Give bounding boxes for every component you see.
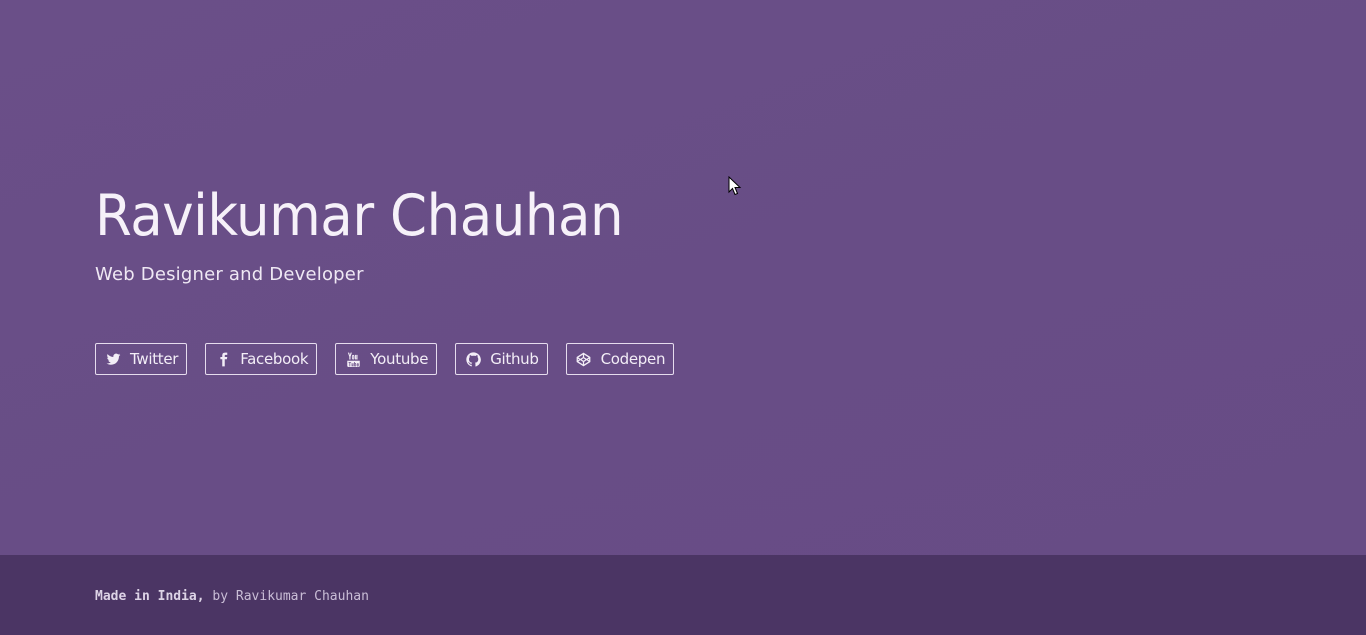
youtube-label: Youtube bbox=[370, 350, 429, 368]
hero-content: Ravikumar Chauhan Web Designer and Devel… bbox=[95, 182, 663, 285]
github-label: Github bbox=[490, 350, 539, 368]
youtube-icon bbox=[345, 351, 361, 367]
facebook-icon bbox=[215, 351, 231, 367]
twitter-icon bbox=[105, 351, 121, 367]
twitter-link[interactable]: Twitter bbox=[95, 343, 188, 375]
github-icon bbox=[465, 351, 481, 367]
facebook-label: Facebook bbox=[240, 350, 309, 368]
footer-made-in: Made in India, bbox=[95, 589, 205, 604]
codepen-link[interactable]: Codepen bbox=[565, 343, 675, 375]
youtube-link[interactable]: Youtube bbox=[335, 343, 438, 375]
github-link[interactable]: Github bbox=[455, 343, 548, 375]
facebook-link[interactable]: Facebook bbox=[205, 343, 318, 375]
twitter-label: Twitter bbox=[130, 350, 179, 368]
social-links: Twitter Facebook Youtube Github Codepen bbox=[95, 343, 675, 375]
codepen-label: Codepen bbox=[600, 350, 666, 368]
codepen-icon bbox=[576, 351, 592, 367]
footer: Made in India, by Ravikumar Chauhan bbox=[0, 555, 1366, 635]
hero-section: Ravikumar Chauhan Web Designer and Devel… bbox=[0, 0, 1366, 555]
tagline: Web Designer and Developer bbox=[95, 264, 364, 285]
footer-by: by Ravikumar Chauhan bbox=[204, 589, 369, 604]
mouse-cursor-icon bbox=[728, 176, 742, 196]
page-title: Ravikumar Chauhan bbox=[95, 183, 624, 249]
footer-credit: Made in India, by Ravikumar Chauhan bbox=[95, 589, 369, 604]
